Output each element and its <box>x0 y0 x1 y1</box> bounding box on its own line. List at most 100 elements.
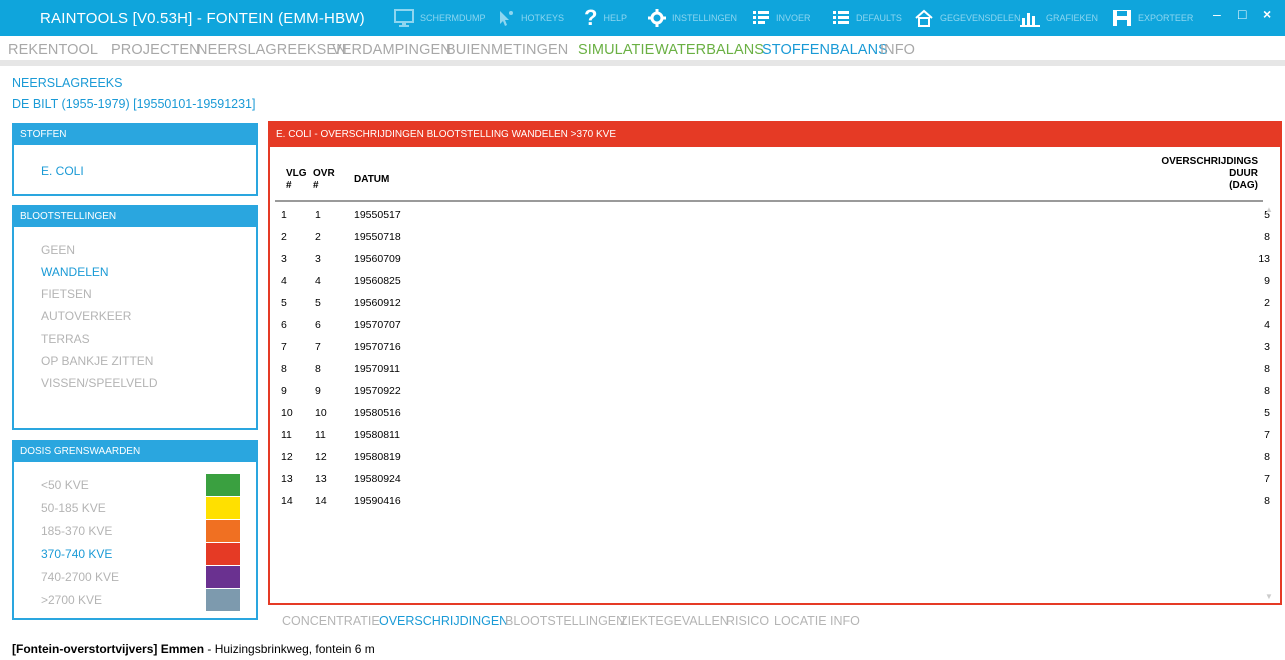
blootstellingen-panel: BLOOTSTELLINGEN GEEN WANDELEN FIETSEN AU… <box>12 205 258 430</box>
scroll-down-icon[interactable]: ▼ <box>1265 592 1273 601</box>
blootstelling-op-bankje-zitten[interactable]: OP BANKJE ZITTEN <box>41 354 153 368</box>
menu-rekentool[interactable]: REKENTOOL <box>8 42 98 58</box>
cell-vlg: 2 <box>281 231 287 243</box>
neerslagreeks-value[interactable]: DE BILT (1955-1979) [19550101-19591231] <box>12 97 255 111</box>
dosis-label-1: <50 KVE <box>41 478 89 492</box>
cell-ovr: 5 <box>315 297 321 309</box>
menu-simulatie[interactable]: SIMULATIE <box>578 42 654 58</box>
cell-vlg: 6 <box>281 319 287 331</box>
blootstelling-vissen-speelveld[interactable]: VISSEN/SPEELVELD <box>41 376 158 390</box>
cell-datum: 19580516 <box>354 407 401 419</box>
menu-stoffenbalans[interactable]: STOFFENBALANS <box>762 42 888 58</box>
menu-buien[interactable]: BUIEN <box>446 42 491 58</box>
hotkeys-button[interactable]: HOTKEYS <box>497 8 564 28</box>
blootstelling-geen[interactable]: GEEN <box>41 243 75 257</box>
menu-waterbalans[interactable]: WATERBALANS <box>655 42 764 58</box>
col-vlg-line1: VLG <box>286 168 307 179</box>
cell-vlg: 1 <box>281 209 287 221</box>
tab-risico[interactable]: RISICO <box>726 614 769 628</box>
tab-locatie[interactable]: LOCATIE <box>774 614 827 628</box>
table-row[interactable]: 12 12 19580819 8 <box>270 447 1270 469</box>
table-row[interactable]: 2 2 19550718 8 <box>270 227 1270 249</box>
help-button[interactable]: ? HELP <box>584 7 627 29</box>
cell-ovr: 14 <box>315 495 327 507</box>
scroll-up-icon[interactable]: ▲ <box>1265 205 1273 214</box>
table-row[interactable]: 14 14 19590416 8 <box>270 491 1270 513</box>
tab-overschrijdingen[interactable]: OVERSCHRIJDINGEN <box>379 614 508 628</box>
table-row[interactable]: 3 3 19560709 13 <box>270 249 1270 271</box>
results-scrollbar[interactable]: ▲ ▼ <box>1263 203 1277 603</box>
gegevensdelen-button[interactable]: GEGEVENSDELEN <box>914 8 1021 28</box>
col-ovr-line1: OVR <box>313 168 335 179</box>
defaults-button[interactable]: DEFAULTS <box>832 8 902 28</box>
results-panel: E. COLI - OVERSCHRIJDINGEN BLOOTSTELLING… <box>268 121 1282 605</box>
table-row[interactable]: 6 6 19570707 4 <box>270 315 1270 337</box>
menu-info[interactable]: INFO <box>880 42 915 58</box>
exporteer-button[interactable]: EXPORTEER <box>1112 8 1193 28</box>
blootstelling-wandelen[interactable]: WANDELEN <box>41 265 109 279</box>
settings-label: INSTELLINGEN <box>672 13 738 23</box>
cell-vlg: 9 <box>281 385 287 397</box>
settings-button[interactable]: INSTELLINGEN <box>648 8 737 28</box>
table-row[interactable]: 8 8 19570911 8 <box>270 359 1270 381</box>
dosis-label-4: 370-740 KVE <box>41 547 113 561</box>
tab-concentratie[interactable]: CONCENTRATIE <box>282 614 380 628</box>
screendump-label: SCHERMDUMP <box>420 13 486 23</box>
col-duur-line1: OVERSCHRIJDINGS <box>1161 156 1258 167</box>
table-row[interactable]: 13 13 19580924 7 <box>270 469 1270 491</box>
dosis-title: DOSIS GRENSWAARDEN <box>14 442 256 462</box>
help-label: HELP <box>603 13 627 23</box>
chart-icon <box>1020 13 1040 27</box>
stof-e-coli[interactable]: E. COLI <box>41 164 84 178</box>
blootstelling-autoverkeer[interactable]: AUTOVERKEER <box>41 309 131 323</box>
table-row[interactable]: 10 10 19580516 5 <box>270 403 1270 425</box>
col-vlg: VLG # <box>286 168 307 192</box>
dosis-swatch-5 <box>206 566 240 588</box>
dosis-panel: DOSIS GRENSWAARDEN <50 KVE 50-185 KVE 18… <box>12 440 258 620</box>
cell-vlg: 7 <box>281 341 287 353</box>
cell-datum: 19570911 <box>354 363 400 375</box>
table-row[interactable]: 7 7 19570716 3 <box>270 337 1270 359</box>
blootstelling-fietsen[interactable]: FIETSEN <box>41 287 92 301</box>
cell-datum: 19580924 <box>354 473 401 485</box>
close-button[interactable]: × <box>1263 6 1271 22</box>
stoffen-title: STOFFEN <box>14 125 256 145</box>
maximize-button[interactable]: □ <box>1238 6 1246 22</box>
cell-ovr: 12 <box>315 451 327 463</box>
screendump-button[interactable]: SCHERMDUMP <box>394 8 486 28</box>
dosis-label-3: 185-370 KVE <box>41 524 113 538</box>
menu-projecten[interactable]: PROJECTEN <box>111 42 200 58</box>
cursor-icon <box>500 11 513 26</box>
menu-metingen[interactable]: METINGEN <box>491 42 568 58</box>
cell-vlg: 13 <box>281 473 293 485</box>
tab-blootstellingen[interactable]: BLOOTSTELLINGEN <box>505 614 625 628</box>
cell-datum: 19590416 <box>354 495 401 507</box>
dosis-swatch-6 <box>206 589 240 611</box>
minimize-button[interactable]: – <box>1213 6 1221 22</box>
menu-neerslagreeksen[interactable]: NEERSLAGREEKSEN <box>197 42 347 58</box>
menu-verdampingen[interactable]: VERDAMPINGEN <box>332 42 451 58</box>
title-bar: RAINTOOLS [V0.53H] - FONTEIN (EMM-HBW) S… <box>0 0 1285 36</box>
results-title: E. COLI - OVERSCHRIJDINGEN BLOOTSTELLING… <box>270 123 1280 147</box>
status-location: [Fontein-overstortvijvers] Emmen <box>12 642 205 656</box>
cell-ovr: 2 <box>315 231 321 243</box>
invoer-button[interactable]: INVOER <box>752 8 811 28</box>
tab-ziektegevallen[interactable]: ZIEKTEGEVALLEN <box>620 614 729 628</box>
cell-datum: 19580819 <box>354 451 401 463</box>
table-row[interactable]: 4 4 19560825 9 <box>270 271 1270 293</box>
cell-datum: 19570707 <box>354 319 401 331</box>
table-row[interactable]: 5 5 19560912 2 <box>270 293 1270 315</box>
invoer-label: INVOER <box>776 13 811 23</box>
table-row[interactable]: 9 9 19570922 8 <box>270 381 1270 403</box>
cell-datum: 19560912 <box>354 297 401 309</box>
tab-info[interactable]: INFO <box>830 614 860 628</box>
dosis-swatch-2 <box>206 497 240 519</box>
gear-icon <box>648 9 666 27</box>
table-row[interactable]: 1 1 19550517 5 <box>270 205 1270 227</box>
grafieken-button[interactable]: GRAFIEKEN <box>1020 8 1098 28</box>
cell-datum: 19560709 <box>354 253 401 265</box>
cell-vlg: 8 <box>281 363 287 375</box>
hotkeys-label: HOTKEYS <box>521 13 565 23</box>
blootstelling-terras[interactable]: TERRAS <box>41 332 90 346</box>
table-row[interactable]: 11 11 19580811 7 <box>270 425 1270 447</box>
